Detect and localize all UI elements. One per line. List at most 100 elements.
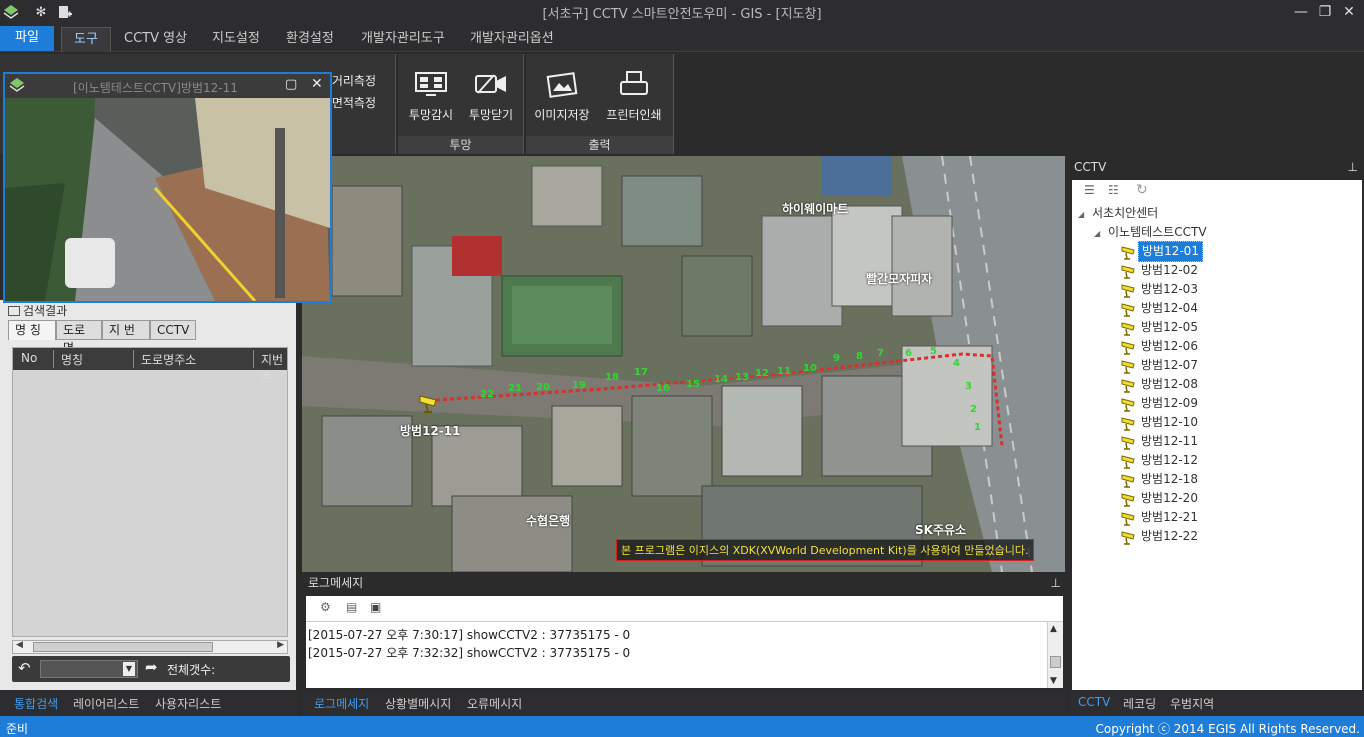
cctv-item[interactable]: 방범12-03 <box>1120 280 1201 299</box>
back-arrow-icon[interactable]: ↶ <box>18 659 31 677</box>
video-window-title: [이노템테스트CCTV]방범12-11 <box>73 81 238 95</box>
tab-road-name[interactable]: 도로명 <box>56 320 102 355</box>
total-count-label: 전체갯수: <box>167 663 216 677</box>
tree-group[interactable]: ◢ 이노템테스트CCTV <box>1094 223 1207 241</box>
copy-log-icon[interactable]: ▤ <box>346 600 357 614</box>
cctv-item[interactable]: 방범12-06 <box>1120 337 1201 356</box>
cctv-item-label: 방범12-22 <box>1141 529 1198 543</box>
cctv-video-window[interactable]: [이노템테스트CCTV]방범12-11 ▢ ✕ <box>3 72 332 303</box>
tab-cctv[interactable]: CCTV <box>150 320 196 340</box>
cctv-item[interactable]: 방범12-05 <box>1120 318 1201 337</box>
tab-cctv-list[interactable]: CCTV <box>1078 695 1110 709</box>
cctv-camera-icon <box>1121 321 1135 336</box>
tab-layer-list[interactable]: 레이어리스트 <box>73 695 139 712</box>
cctv-camera-marker[interactable] <box>418 392 440 417</box>
cctv-item[interactable]: 방범12-12 <box>1120 451 1201 470</box>
cctv-item[interactable]: 방범12-09 <box>1120 394 1201 413</box>
cctv-item-label: 방범12-04 <box>1141 301 1198 315</box>
cctv-item[interactable]: 방범12-04 <box>1120 299 1201 318</box>
perspective-close-button[interactable]: 투망닫기 <box>461 68 521 123</box>
scroll-thumb[interactable] <box>33 642 213 652</box>
route-point-label: 13 <box>735 372 749 383</box>
menu-tab-dev-tools[interactable]: 개발자관리도구 <box>349 27 457 52</box>
column-name[interactable]: 명칭 <box>61 351 83 368</box>
route-point-label: 5 <box>930 346 937 357</box>
menu-tab-tools[interactable]: 도구 <box>61 27 111 52</box>
save-image-label: 이미지저장 <box>534 108 590 122</box>
clear-log-icon[interactable]: ⚙ <box>320 600 331 614</box>
scroll-thumb[interactable] <box>1050 656 1061 668</box>
log-toolbar: ⚙ ▤ ▣ <box>306 596 1063 622</box>
log-title: 로그메세지 <box>308 576 364 590</box>
print-button[interactable]: 프린터인쇄 <box>604 68 664 123</box>
cctv-item-label: 방범12-10 <box>1141 415 1198 429</box>
tab-user-list[interactable]: 사용자리스트 <box>155 695 221 712</box>
menu-tab-cctv-video[interactable]: CCTV 영상 <box>112 27 199 52</box>
tree-root[interactable]: ◢ 서초치안센터 <box>1078 204 1158 222</box>
cctv-item[interactable]: 방범12-08 <box>1120 375 1201 394</box>
forward-arrow-icon[interactable]: ➦ <box>145 658 158 676</box>
close-icon[interactable]: ✕ <box>311 76 323 92</box>
collapse-all-icon[interactable]: ☷ <box>1108 183 1119 197</box>
save-image-button[interactable]: 이미지저장 <box>532 68 592 123</box>
route-point-label: 7 <box>877 348 884 359</box>
route-point-label: 18 <box>605 372 619 383</box>
image-icon <box>544 68 580 100</box>
column-no[interactable]: No <box>21 351 37 365</box>
tab-error-messages[interactable]: 오류메시지 <box>467 695 522 712</box>
tab-recording[interactable]: 레코딩 <box>1123 695 1156 712</box>
video-window-titlebar[interactable]: [이노템테스트CCTV]방범12-11 ▢ ✕ <box>5 74 330 98</box>
cctv-item[interactable]: 방범12-02 <box>1120 261 1201 280</box>
close-button[interactable]: ✕ <box>1338 2 1360 22</box>
cctv-panel: CCTV ⊥ ☰ ☷ ↻ ◢ 서초치안센터 ◢ 이노템테스트CCTV 방범12-… <box>1070 156 1364 690</box>
menu-tab-dev-options[interactable]: 개발자관리옵션 <box>458 27 566 52</box>
scroll-right-icon[interactable]: ▶ <box>277 640 284 650</box>
cctv-item[interactable]: 방범12-11 <box>1120 432 1201 451</box>
search-result-grid: No 명칭 도로명주소 지번주 <box>12 347 288 637</box>
tab-log-messages[interactable]: 로그메세지 <box>314 695 369 712</box>
cctv-item[interactable]: 방범12-20 <box>1120 489 1201 508</box>
tab-crime-area[interactable]: 우범지역 <box>1170 695 1214 712</box>
title-bar: ✻ [서초구] CCTV 스마트안전도우미 - GIS - [지도창] — ❐ … <box>0 0 1364 24</box>
pin-icon[interactable]: ⊥ <box>1348 156 1358 178</box>
tab-lot-number[interactable]: 지 번 <box>102 320 150 340</box>
save-log-icon[interactable]: ▣ <box>370 600 381 614</box>
scroll-up-icon[interactable]: ▲ <box>1050 624 1057 634</box>
tab-name[interactable]: 명 칭 <box>8 320 56 340</box>
left-bottom-tabs: 통합검색 레이어리스트 사용자리스트 <box>0 690 298 716</box>
menu-file[interactable]: 파일 <box>0 26 54 51</box>
collapse-triangle-icon[interactable]: ◢ <box>1078 210 1084 219</box>
cctv-item[interactable]: 방범12-10 <box>1120 413 1201 432</box>
maximize-icon[interactable]: ▢ <box>285 77 297 92</box>
pin-icon[interactable]: ⊥ <box>1051 572 1061 594</box>
expand-all-icon[interactable]: ☰ <box>1084 183 1095 197</box>
log-scrollbar[interactable]: ▲ ▼ <box>1047 622 1063 688</box>
perspective-watch-button[interactable]: 투망감시 <box>401 68 461 123</box>
cctv-item[interactable]: 방범12-18 <box>1120 470 1201 489</box>
search-type-select[interactable]: ▼ <box>40 660 138 678</box>
cctv-item[interactable]: 방범12-01 <box>1120 241 1203 262</box>
column-road-address[interactable]: 도로명주소 <box>141 351 196 368</box>
map-view[interactable]: 22 21 20 19 18 17 16 15 14 13 12 11 10 9… <box>302 156 1065 572</box>
column-lot-address[interactable]: 지번주 <box>261 351 287 385</box>
cctv-item[interactable]: 방범12-21 <box>1120 508 1201 527</box>
restore-button[interactable]: ❐ <box>1314 2 1336 22</box>
cctv-item[interactable]: 방범12-07 <box>1120 356 1201 375</box>
menu-tab-env-settings[interactable]: 환경설정 <box>274 27 346 52</box>
output-group-label: 출력 <box>526 136 673 154</box>
scroll-down-icon[interactable]: ▼ <box>1050 676 1057 686</box>
refresh-icon[interactable]: ↻ <box>1136 182 1148 198</box>
tab-integrated-search[interactable]: 통합검색 <box>14 695 58 712</box>
cctv-item[interactable]: 방범12-22 <box>1120 527 1201 546</box>
menu-bar: 파일 도구 CCTV 영상 지도설정 환경설정 개발자관리도구 개발자관리옵션 <box>0 24 1364 52</box>
scroll-left-icon[interactable]: ◀ <box>16 640 23 650</box>
horizontal-scrollbar[interactable]: ◀ ▶ <box>12 640 288 654</box>
cctv-panel-title: CCTV <box>1074 160 1107 174</box>
collapse-triangle-icon[interactable]: ◢ <box>1094 229 1100 238</box>
chevron-down-icon[interactable]: ▼ <box>123 662 135 676</box>
minimize-button[interactable]: — <box>1290 2 1312 22</box>
menu-tab-map-settings[interactable]: 지도설정 <box>200 27 272 52</box>
tab-situation-messages[interactable]: 상황별메시지 <box>385 695 451 712</box>
cctv-camera-icon <box>1121 302 1135 317</box>
camera-marker-label: 방범12-11 <box>400 424 461 438</box>
